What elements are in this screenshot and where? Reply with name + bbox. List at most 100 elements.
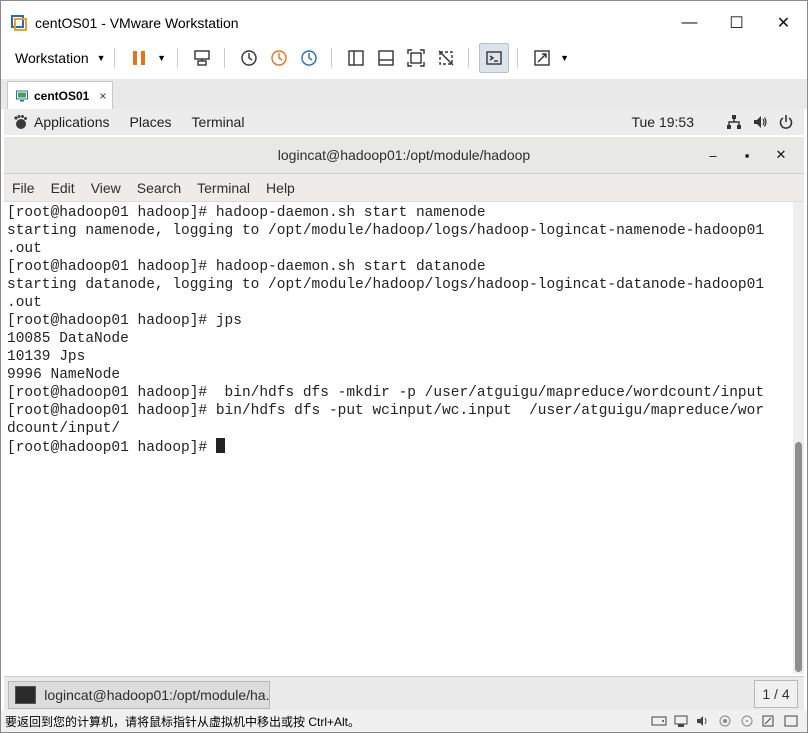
- status-hint: 要返回到您的计算机，请将鼠标指针从虚拟机中移出或按 Ctrl+Alt。: [5, 714, 361, 729]
- workspace-pager[interactable]: 1 / 4: [754, 680, 798, 708]
- menu-search[interactable]: Search: [137, 180, 181, 196]
- terminal-line: .out: [7, 295, 42, 311]
- power-dropdown[interactable]: ▼: [155, 44, 169, 72]
- full-screen-button[interactable]: [402, 44, 430, 72]
- unity-button[interactable]: [432, 44, 460, 72]
- stretch-guest-button[interactable]: [528, 44, 556, 72]
- vmware-status-bar: 要返回到您的计算机，请将鼠标指针从虚拟机中移出或按 Ctrl+Alt。: [1, 710, 807, 732]
- terminal-minimize-button[interactable]: –: [696, 148, 730, 163]
- maximize-button[interactable]: ☐: [713, 1, 760, 45]
- unity-disabled-icon: [438, 50, 454, 66]
- vmware-icon: [11, 15, 27, 31]
- vmware-window: centOS01 - VMware Workstation — ☐ ✕ Work…: [0, 0, 808, 733]
- power-icon[interactable]: [778, 114, 794, 130]
- terminal-prompt: [root@hadoop01 hadoop]#: [7, 440, 216, 456]
- chevron-down-icon: ▼: [157, 53, 167, 63]
- show-thumbnail-bar-button[interactable]: [372, 44, 400, 72]
- taskbar-item-terminal[interactable]: logincat@hadoop01:/opt/module/ha...: [8, 681, 270, 709]
- full-screen-icon: [406, 49, 425, 67]
- terminal-line: [root@hadoop01 hadoop]# hadoop-daemon.sh…: [7, 259, 486, 275]
- hard-disk-icon[interactable]: [651, 714, 667, 728]
- toolbar-divider: [516, 48, 518, 68]
- terminal-line: [root@hadoop01 hadoop]# bin/hdfs dfs -mk…: [7, 385, 765, 401]
- terminal-prompt-line: [root@hadoop01 hadoop]#: [7, 438, 793, 457]
- terminal-icon: [15, 686, 37, 704]
- terminal-maximize-button[interactable]: ▪: [730, 148, 764, 163]
- workstation-label: Workstation: [15, 50, 89, 66]
- network-icon[interactable]: [726, 114, 742, 130]
- applications-menu[interactable]: Applications: [12, 114, 110, 130]
- menu-help[interactable]: Help: [266, 180, 295, 196]
- message-icon[interactable]: [761, 714, 777, 728]
- terminal-line: 10139 Jps: [7, 349, 86, 365]
- terminal-output[interactable]: [root@hadoop01 hadoop]# hadoop-daemon.sh…: [4, 202, 793, 674]
- menu-file[interactable]: File: [12, 180, 35, 196]
- toolbar-divider: [113, 48, 115, 68]
- menu-view[interactable]: View: [91, 180, 121, 196]
- terminal-title: logincat@hadoop01:/opt/module/hadoop: [277, 147, 531, 163]
- console-view-button[interactable]: [478, 43, 509, 73]
- toolbar-divider: [467, 48, 469, 68]
- close-button[interactable]: ✕: [760, 1, 807, 45]
- gnome-top-bar: Applications Places Terminal Tue 19:53: [4, 109, 804, 135]
- terminal-line: [root@hadoop01 hadoop]# hadoop-daemon.sh…: [7, 205, 486, 221]
- network-send-icon: [193, 50, 210, 66]
- terminal-line: .out: [7, 241, 42, 257]
- pause-button[interactable]: [125, 44, 153, 72]
- terminal-scrollbar[interactable]: [793, 202, 804, 674]
- volume-icon[interactable]: [752, 114, 768, 130]
- snapshot-manager-icon: [300, 50, 317, 66]
- snapshot-clock-icon: [240, 50, 257, 66]
- usb-icon[interactable]: [717, 714, 733, 728]
- stretch-dropdown[interactable]: ▼: [558, 44, 572, 72]
- tab-centos01[interactable]: centOS01 ×: [7, 81, 113, 110]
- places-menu[interactable]: Places: [130, 114, 172, 130]
- pause-icon: [132, 51, 145, 65]
- toolbar-divider: [176, 48, 178, 68]
- vm-tab-bar: centOS01 ×: [1, 79, 807, 110]
- revert-snapshot-button[interactable]: [265, 44, 293, 72]
- text-cursor: [215, 438, 225, 453]
- title-bar: centOS01 - VMware Workstation — ☐ ✕: [1, 1, 807, 45]
- terminal-menu[interactable]: Terminal: [192, 114, 245, 130]
- sound-icon[interactable]: [695, 714, 711, 728]
- terminal-line: 10085 DataNode: [7, 331, 129, 347]
- show-library-button[interactable]: [342, 44, 370, 72]
- terminal-line: [root@hadoop01 hadoop]# jps: [7, 313, 242, 329]
- scrollbar-thumb[interactable]: [795, 442, 802, 672]
- gnome-window-list: logincat@hadoop01:/opt/module/ha... 1 / …: [4, 676, 804, 711]
- terminal-text: [root@hadoop01 hadoop]# hadoop-daemon.sh…: [4, 202, 793, 457]
- window-title: centOS01 - VMware Workstation: [35, 15, 239, 31]
- fit-window-icon[interactable]: [783, 714, 799, 728]
- close-icon[interactable]: ×: [99, 89, 106, 103]
- terminal-title-bar: logincat@hadoop01:/opt/module/hadoop – ▪…: [4, 137, 804, 174]
- chevron-down-icon: ▼: [560, 53, 570, 63]
- snapshot-manager-button[interactable]: [295, 44, 323, 72]
- send-ctrl-alt-del-button[interactable]: [188, 44, 216, 72]
- gnome-foot-icon: [14, 115, 27, 129]
- terminal-line: 9996 NameNode: [7, 367, 121, 383]
- terminal-close-button[interactable]: ✕: [764, 147, 798, 163]
- cd-drive-icon[interactable]: [739, 714, 755, 728]
- stretch-icon: [533, 50, 550, 66]
- sidebar-layout-icon: [347, 50, 364, 66]
- workstation-menu[interactable]: Workstation ▼: [15, 50, 106, 66]
- snapshot-button[interactable]: [235, 44, 263, 72]
- clock[interactable]: Tue 19:53: [631, 114, 694, 130]
- console-icon: [485, 51, 502, 65]
- minimize-button[interactable]: —: [666, 1, 713, 45]
- revert-snapshot-icon: [270, 50, 287, 66]
- toolbar-divider: [223, 48, 225, 68]
- menu-terminal[interactable]: Terminal: [197, 180, 250, 196]
- taskbar-item-label: logincat@hadoop01:/opt/module/ha...: [44, 687, 269, 703]
- network-adapter-icon[interactable]: [673, 714, 689, 728]
- terminal-line: starting datanode, logging to /opt/modul…: [7, 277, 765, 293]
- tab-label: centOS01: [34, 89, 90, 103]
- terminal-line: starting namenode, logging to /opt/modul…: [7, 223, 765, 239]
- applications-label: Applications: [34, 114, 110, 130]
- toolbar-divider: [330, 48, 332, 68]
- terminal-line: dcount/input/: [7, 421, 121, 437]
- bottom-panel-layout-icon: [377, 50, 394, 66]
- chevron-down-icon: ▼: [96, 53, 106, 63]
- menu-edit[interactable]: Edit: [51, 180, 75, 196]
